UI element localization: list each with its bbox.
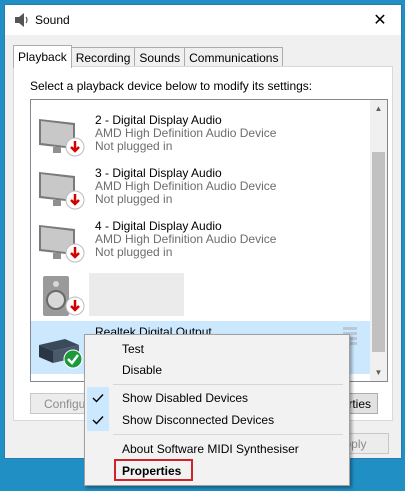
vertical-scrollbar[interactable]: ▲ ▼ [370,100,387,381]
menu-item-show-disabled[interactable]: Show Disabled Devices [87,387,347,409]
tab-playback[interactable]: Playback [13,45,72,68]
properties-highlight [114,459,193,481]
monitor-icon [35,99,83,106]
device-item[interactable]: 4 - Digital Display Audio AMD High Defin… [31,215,371,268]
tab-recording[interactable]: Recording [70,47,136,68]
menu-item-show-disconnected[interactable]: Show Disconnected Devices [87,409,347,431]
tab-communications[interactable]: Communications [184,47,284,68]
device-status: Not plugged in [95,245,173,259]
device-status: Not plugged in [95,192,173,206]
tab-strip: Playback Recording Sounds Communications [13,45,284,68]
menu-item-test[interactable]: Test [87,338,347,360]
scroll-down-icon[interactable]: ▼ [370,364,387,381]
menu-separator [113,434,343,435]
scroll-thumb[interactable] [372,152,385,352]
speaker-icon [15,13,28,27]
scroll-up-icon[interactable]: ▲ [370,100,387,117]
menu-item-about-midi[interactable]: About Software MIDI Synthesiser [87,438,347,460]
window-title: Sound [35,13,70,27]
unplugged-arrow-icon [65,137,85,157]
unplugged-arrow-icon [65,296,85,316]
unplugged-arrow-icon [65,190,85,210]
title-bar: Sound ✕ [5,5,401,35]
device-status: Not plugged in [95,139,173,153]
redacted-device-label [89,273,184,316]
close-button[interactable]: ✕ [359,5,401,35]
device-item[interactable]: 2 - Digital Display Audio AMD High Defin… [31,109,371,162]
menu-item-disable[interactable]: Disable [87,359,347,381]
close-icon: ✕ [373,12,387,29]
menu-separator [113,384,343,385]
tab-sounds[interactable]: Sounds [134,47,186,68]
unplugged-arrow-icon [65,243,85,263]
device-item[interactable] [31,268,371,321]
instruction-text: Select a playback device below to modify… [30,79,313,93]
context-menu: Test Disable Show Disabled Devices Show … [84,334,350,486]
default-check-icon [63,349,83,369]
device-item[interactable]: 3 - Digital Display Audio AMD High Defin… [31,162,371,215]
device-item-partial[interactable] [31,99,371,109]
